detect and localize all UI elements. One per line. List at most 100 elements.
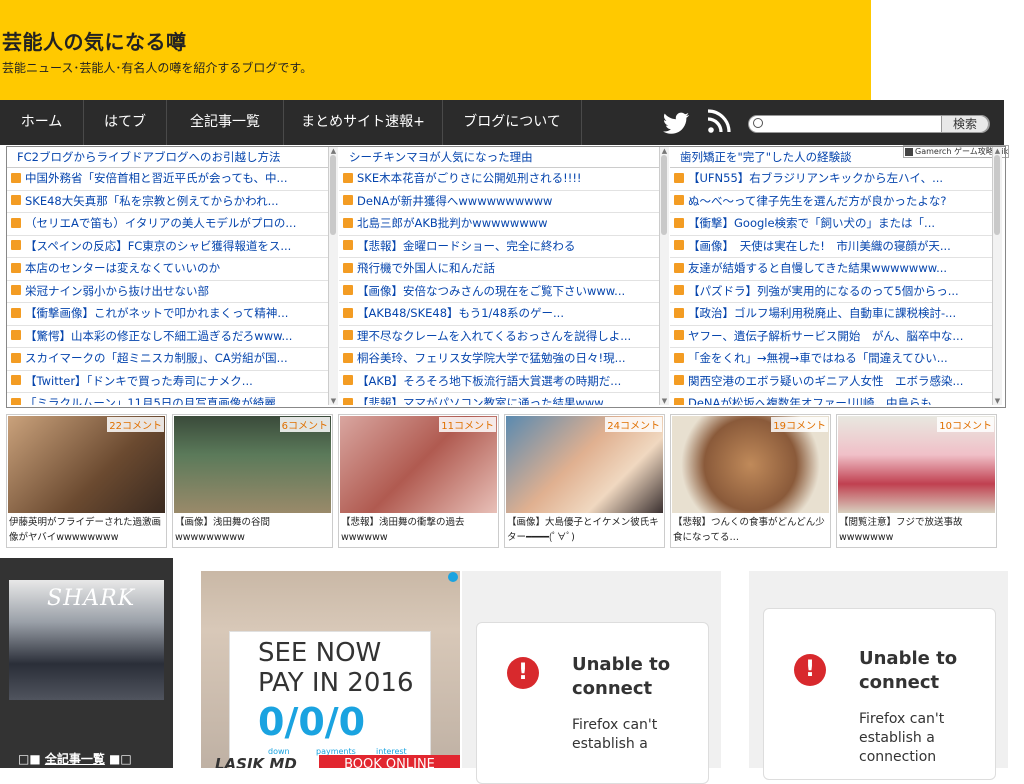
thumbnail-caption[interactable]: 【悲報】つんくの食事がどんどん少食になってる… <box>673 515 827 545</box>
rss-icon <box>343 307 353 318</box>
rss-icon <box>343 262 353 273</box>
error-card: ! Unable to connect Firefox can't establ… <box>476 622 709 784</box>
rss-icon <box>343 240 353 250</box>
search-button[interactable]: 検索 <box>941 115 989 133</box>
feed-item[interactable]: 【画像】安倍なつみさんの現在をご覧下さいwww... <box>339 281 659 303</box>
feed-item[interactable]: ぬ～べ～って律子先生を選んだ方が良かったよな? <box>670 191 992 213</box>
rss-icon <box>343 172 353 183</box>
feed-item[interactable]: 【スペインの反応】FC東京のシャビ獲得報道をス... <box>7 236 328 258</box>
feed-item[interactable]: 【驚愕】山本彩の修正なし不細工過ぎるだろwww... <box>7 326 328 348</box>
feed-item[interactable]: 理不尽なクレームを入れてくるおっさんを説得しよ... <box>339 326 659 348</box>
comment-count: 10コメント <box>937 417 994 432</box>
ad-big-text: 0/0/0 <box>258 700 366 744</box>
rss-icon <box>11 307 21 318</box>
rss-icon <box>343 352 353 363</box>
all-articles-link[interactable]: □■ 全記事一覧 ■□ <box>18 750 132 767</box>
ad-banner[interactable]: SEE NOW PAY IN 2016 0/0/0 down payments … <box>201 571 460 768</box>
rss-icon <box>674 195 684 205</box>
rss-icon <box>674 217 684 228</box>
feed-item[interactable]: スカイマークの「超ミニスカ制服」、CA労組が国... <box>7 348 328 371</box>
scroll-up-icon[interactable]: ▲ <box>329 147 338 155</box>
thumbnail-caption[interactable]: 【画像】大島優子とイケメン彼氏キター━━━━(ﾟ∀ﾟ) <box>507 515 661 545</box>
feed-item[interactable]: SKE48大矢真那「私を宗教と例えてからかわれ... <box>7 191 328 213</box>
feed-item[interactable]: 飛行機で外国人に和んだ話 <box>339 258 659 281</box>
ad-error-panel: ! Unable to connect Firefox can't establ… <box>749 571 1008 780</box>
comment-count: 24コメント <box>605 417 662 432</box>
feed-item[interactable]: ヤフー、遺伝子解析サービス開始 がん、脳卒中な... <box>670 326 992 348</box>
rss-icon <box>674 285 684 295</box>
rss-icon <box>674 397 684 405</box>
nav-all-articles[interactable]: 全記事一覧 <box>167 100 284 145</box>
scroll-down-icon[interactable]: ▼ <box>329 397 338 405</box>
feed-item[interactable]: 【画像】 天使は実在した! 市川美織の寝顔が天... <box>670 236 992 258</box>
feed-item[interactable]: 友達が結婚すると自慢してきた結果wwwwwww... <box>670 258 992 281</box>
feed-item[interactable]: 栄冠ナイン弱小から抜け出せない部 <box>7 281 328 303</box>
scroll-down-icon[interactable]: ▼ <box>660 397 669 405</box>
thumbnail-card[interactable]: 24コメント 【画像】大島優子とイケメン彼氏キター━━━━(ﾟ∀ﾟ) <box>504 414 665 548</box>
thumbnail-card[interactable]: 6コメント 【画像】浅田舞の谷間wwwwwwwww <box>172 414 333 548</box>
dvd-cover-image[interactable]: SHARK <box>9 580 164 700</box>
nav-matome-sokuho[interactable]: まとめサイト速報+ <box>284 100 443 145</box>
feed-item[interactable]: DeNAが新井獲得へwwwwwwwwww <box>339 191 659 213</box>
feed-item[interactable]: 関西空港のエボラ疑いのギニア人女性 エボラ感染... <box>670 371 992 393</box>
feed-header[interactable]: シーチキンマヨが人気になった理由 <box>339 147 659 168</box>
twitter-bird-icon[interactable] <box>661 100 693 145</box>
feed-item[interactable]: 「ミラクルムーン」11月5日の月写真画像が綺麗... <box>7 393 328 405</box>
thumbnail-caption[interactable]: 【閲覧注意】フジで放送事故wwwwwww <box>839 515 993 545</box>
feed-item[interactable]: 北島三郎がAKB批判かwwwwwwww <box>339 213 659 236</box>
feed-item[interactable]: （セリエAで笛も）イタリアの美人モデルがプロの... <box>7 213 328 236</box>
ad-cta-button[interactable]: BOOK ONLINE <box>319 755 460 768</box>
rss-icon <box>11 195 21 205</box>
feed-header[interactable]: 歯列矯正を"完了"した人の経験談 <box>670 147 992 168</box>
feed-item[interactable]: 【政治】ゴルフ場利用税廃止、自動車に課税検討-... <box>670 303 992 326</box>
feed-scrollbar[interactable]: ▲ ▼ <box>659 147 669 405</box>
feed-item[interactable]: DeNAが松坂へ複数年オファー!川崎、中島らも... <box>670 393 992 405</box>
scroll-up-icon[interactable]: ▲ <box>660 147 669 155</box>
feed-item[interactable]: 【衝撃】Google検索で「飼い犬の」または「... <box>670 213 992 236</box>
feed-item[interactable]: 【悲報】ママがパソコン教室に通った結果www <box>339 393 659 405</box>
thumbnail-caption[interactable]: 【画像】浅田舞の谷間wwwwwwwww <box>175 515 329 545</box>
feed-item[interactable]: 【AKB】そろそろ地下板流行語大賞選考の時期だ... <box>339 371 659 393</box>
feed-item[interactable]: 本店のセンターは変えなくていいのか <box>7 258 328 281</box>
ad-choices-icon[interactable] <box>448 572 458 582</box>
feed-header[interactable]: FC2ブログからライブドアブログへのお引越し方法 <box>7 147 328 168</box>
feed-column-2: シーチキンマヨが人気になった理由 SKE木本花音がごりさに公開処刑される!!!!… <box>339 147 659 405</box>
rss-icon <box>674 375 684 385</box>
feed-item[interactable]: 【悲報】金曜ロードショー、完全に終わる <box>339 236 659 258</box>
feed-item[interactable]: 【UFN55】右ブラジリアンキックから左ハイ、... <box>670 168 992 191</box>
feed-item[interactable]: 桐谷美玲、フェリス女学院大学で猛勉強の日々!現... <box>339 348 659 371</box>
feed-item[interactable]: 中国外務省「安倍首相と習近平氏が会っても、中... <box>7 168 328 191</box>
thumbnail-card[interactable]: 22コメント 伊藤英明がフライデーされた過激画像がヤバイwwwwwwww <box>6 414 167 548</box>
feed-scrollbar[interactable]: ▲ ▼ <box>328 147 338 405</box>
thumbnail-caption[interactable]: 伊藤英明がフライデーされた過激画像がヤバイwwwwwwww <box>9 515 163 545</box>
rss-icon <box>343 330 353 340</box>
feed-item[interactable]: 【AKB48/SKE48】もう1/48系のゲー... <box>339 303 659 326</box>
feed-scrollbar[interactable]: ▲ ▼ <box>992 147 1002 405</box>
feed-item[interactable]: 【Twitter】「ドンキで買った寿司にナメク... <box>7 371 328 393</box>
feed-item[interactable]: 【パズドラ】列強が実用的になるのって5個からっ... <box>670 281 992 303</box>
error-text: Firefox can't establish a <box>572 717 658 752</box>
thumbnail-card[interactable]: 10コメント 【閲覧注意】フジで放送事故wwwwwww <box>836 414 997 548</box>
rss-icon <box>343 195 353 205</box>
rss-icon <box>11 172 21 183</box>
thumbnail-card[interactable]: 11コメント 【悲報】浅田舞の衝撃の過去wwwwww <box>338 414 499 548</box>
feed-item[interactable]: 「金をくれ」→無視→車ではねる「間違えてひい... <box>670 348 992 371</box>
error-card: ! Unable to connect Firefox can't establ… <box>763 608 996 780</box>
feed-item[interactable]: SKE木本花音がごりさに公開処刑される!!!! <box>339 168 659 191</box>
rss-icon[interactable] <box>706 100 732 145</box>
rss-icon <box>11 352 21 363</box>
site-description: 芸能ニュース･芸能人･有名人の噂を紹介するブログです。 <box>2 61 313 75</box>
feed-item[interactable]: 【衝撃画像】これがネットで叩かれまくって精神... <box>7 303 328 326</box>
bullet-icon: ■□ <box>104 752 132 766</box>
rss-icon <box>11 397 21 405</box>
scroll-up-icon[interactable]: ▲ <box>993 147 1002 155</box>
site-title[interactable]: 芸能人の気になる噂 <box>2 26 187 55</box>
thumbnail-caption[interactable]: 【悲報】浅田舞の衝撃の過去wwwwww <box>341 515 495 545</box>
nav-hatebu[interactable]: はてブ <box>84 100 167 145</box>
scroll-down-icon[interactable]: ▼ <box>993 397 1002 405</box>
comment-count: 19コメント <box>771 417 828 432</box>
nav-home[interactable]: ホーム <box>0 100 84 145</box>
search-input[interactable] <box>765 116 941 130</box>
thumbnail-card[interactable]: 19コメント 【悲報】つんくの食事がどんどん少食になってる… <box>670 414 831 548</box>
nav-about[interactable]: ブログについて <box>443 100 582 145</box>
